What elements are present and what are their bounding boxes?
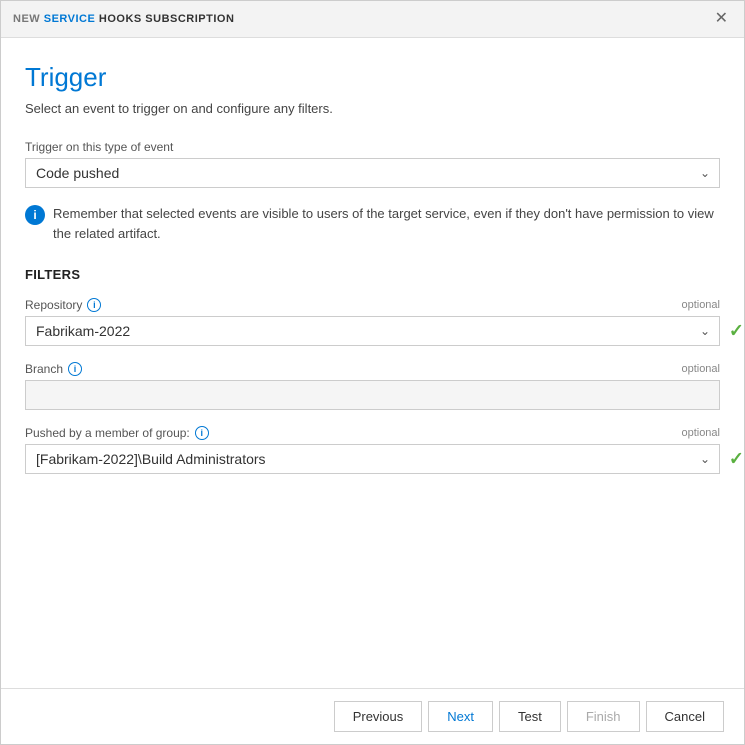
page-subtitle: Select an event to trigger on and config…	[25, 101, 720, 116]
info-message: Remember that selected events are visibl…	[53, 204, 720, 243]
repository-label-left: Repository i	[25, 298, 101, 312]
repository-select[interactable]: Fabrikam-2022 All	[25, 316, 720, 346]
dialog-footer: Previous Next Test Finish Cancel	[1, 688, 744, 744]
event-type-select-wrapper: Code pushed Build completed Work item cr…	[25, 158, 720, 188]
branch-input[interactable]	[25, 380, 720, 410]
branch-optional: optional	[681, 363, 720, 375]
branch-label-left: Branch i	[25, 362, 82, 376]
pushed-by-checkmark-icon: ✓	[729, 449, 744, 470]
pushed-by-info-icon[interactable]: i	[195, 426, 209, 440]
event-type-label: Trigger on this type of event	[25, 140, 720, 154]
next-button[interactable]: Next	[428, 701, 493, 732]
pushed-by-label-left: Pushed by a member of group: i	[25, 426, 209, 440]
dialog: NEW SERVICE HOOKS SUBSCRIPTION ✕ Trigger…	[0, 0, 745, 745]
branch-field: Branch i optional	[25, 362, 720, 410]
dialog-content: Trigger Select an event to trigger on an…	[1, 38, 744, 688]
repository-label-row: Repository i optional	[25, 298, 720, 312]
pushed-by-select[interactable]: [Fabrikam-2022]\Build Administrators	[25, 444, 720, 474]
close-button[interactable]: ✕	[711, 9, 732, 29]
title-service: SERVICE	[40, 13, 95, 25]
title-subscription: SUBSCRIPTION	[142, 13, 235, 25]
pushed-by-optional: optional	[681, 427, 720, 439]
cancel-button[interactable]: Cancel	[646, 701, 724, 732]
branch-info-icon[interactable]: i	[68, 362, 82, 376]
repository-select-wrapper: Fabrikam-2022 All ⌄ ✓	[25, 316, 720, 346]
branch-label-row: Branch i optional	[25, 362, 720, 376]
repository-checkmark-icon: ✓	[729, 321, 744, 342]
titlebar: NEW SERVICE HOOKS SUBSCRIPTION ✕	[1, 1, 744, 38]
dialog-title: NEW SERVICE HOOKS SUBSCRIPTION	[13, 13, 234, 25]
title-hooks: HOOKS	[95, 13, 141, 25]
event-type-select[interactable]: Code pushed Build completed Work item cr…	[25, 158, 720, 188]
filters-heading: FILTERS	[25, 267, 720, 282]
pushed-by-field: Pushed by a member of group: i optional …	[25, 426, 720, 474]
repository-info-icon[interactable]: i	[87, 298, 101, 312]
test-button[interactable]: Test	[499, 701, 561, 732]
pushed-by-select-wrapper: [Fabrikam-2022]\Build Administrators ⌄ ✓	[25, 444, 720, 474]
pushed-by-label-row: Pushed by a member of group: i optional	[25, 426, 720, 440]
repository-label: Repository	[25, 298, 82, 312]
previous-button[interactable]: Previous	[334, 701, 423, 732]
info-box: i Remember that selected events are visi…	[25, 204, 720, 243]
branch-label: Branch	[25, 362, 63, 376]
filters-section: FILTERS Repository i optional Fabrikam-2…	[25, 267, 720, 474]
finish-button[interactable]: Finish	[567, 701, 640, 732]
page-title: Trigger	[25, 62, 720, 93]
repository-field: Repository i optional Fabrikam-2022 All …	[25, 298, 720, 346]
event-type-field: Trigger on this type of event Code pushe…	[25, 140, 720, 188]
title-new: NEW	[13, 13, 40, 25]
pushed-by-label: Pushed by a member of group:	[25, 426, 190, 440]
info-icon: i	[25, 205, 45, 225]
repository-optional: optional	[681, 299, 720, 311]
